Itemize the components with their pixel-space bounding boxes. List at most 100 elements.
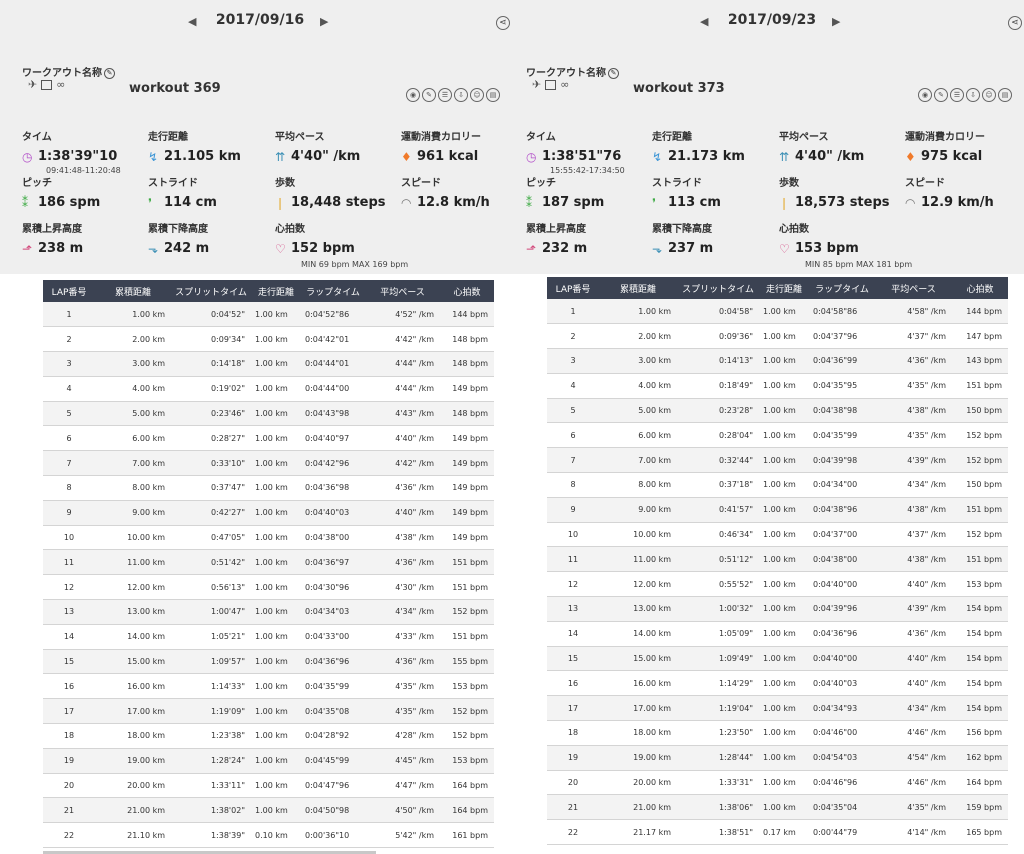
col-distance[interactable]: 走行距離	[759, 277, 809, 299]
speedometer-icon: ◠	[905, 195, 916, 210]
download-icon[interactable]: ⇩	[966, 88, 980, 102]
user-icon[interactable]: ☺	[982, 88, 996, 102]
lap-distance-cell: 1.00 km	[759, 447, 809, 474]
split-time-cell: 1:38'51"	[677, 819, 759, 846]
average-pace-cell: 4'36" /km	[875, 348, 952, 374]
heart-rate-cell: 149 bpm	[440, 475, 494, 501]
share-icon[interactable]: ⋖	[1008, 16, 1022, 30]
table-row[interactable]: 13 13.00 km 1:00'47" 1.00 km 0:04'34"03 4'34"…	[43, 599, 494, 625]
view-icon[interactable]: ◉	[918, 88, 932, 102]
table-row[interactable]: 21 21.00 km 1:38'06" 1.00 km 0:04'35"04 4'35"…	[547, 794, 1008, 821]
table-row[interactable]: 6 6.00 km 0:28'27" 1.00 km 0:04'40"97 4'40" /…	[43, 425, 494, 452]
col-heart-rate[interactable]: 心拍数	[952, 277, 1008, 299]
col-heart-rate[interactable]: 心拍数	[440, 280, 494, 302]
user-icon[interactable]: ☺	[470, 88, 484, 102]
table-row[interactable]: 19 19.00 km 1:28'44" 1.00 km 0:04'54"03 4'54"…	[547, 745, 1008, 771]
col-split-time[interactable]: スプリットタイム	[677, 277, 759, 299]
delete-icon[interactable]: ▤	[486, 88, 500, 102]
table-row[interactable]: 3 3.00 km 0:14'13" 1.00 km 0:04'36"99 4'36" /…	[547, 348, 1008, 374]
col-split-time[interactable]: スプリットタイム	[171, 280, 251, 302]
heart-rate-cell: 151 bpm	[440, 624, 494, 650]
col-lap[interactable]: LAP番号	[547, 277, 599, 299]
table-row[interactable]: 10 10.00 km 0:46'34" 1.00 km 0:04'37"00 4'37"…	[547, 522, 1008, 548]
next-date-icon[interactable]: ▶	[320, 15, 328, 28]
table-row[interactable]: 18 18.00 km 1:23'50" 1.00 km 0:04'46"00 4'46"…	[547, 720, 1008, 746]
list-icon[interactable]: ☰	[950, 88, 964, 102]
col-lap-time[interactable]: ラップタイム	[809, 277, 875, 299]
table-row[interactable]: 1 1.00 km 0:04'52" 1.00 km 0:04'52"86 4'52" /…	[43, 302, 494, 328]
lap-time-cell: 0:04'44"00	[301, 376, 365, 402]
cumulative-distance-cell: 13.00 km	[599, 596, 677, 622]
lap-number-cell: 14	[43, 624, 95, 650]
lap-distance-cell: 1.00 km	[759, 571, 809, 598]
edit-name-icon[interactable]: ✎	[104, 67, 115, 79]
table-row[interactable]: 13 13.00 km 1:00'32" 1.00 km 0:04'39"96 4'39"…	[547, 596, 1008, 622]
share-icon[interactable]: ⋖	[496, 16, 510, 30]
table-row[interactable]: 9 9.00 km 0:41'57" 1.00 km 0:04'38"96 4'38" /…	[547, 497, 1008, 523]
table-row[interactable]: 7 7.00 km 0:32'44" 1.00 km 0:04'39"98 4'39" /…	[547, 447, 1008, 474]
lap-time-cell: 0:04'34"03	[301, 599, 365, 625]
table-row[interactable]: 8 8.00 km 0:37'18" 1.00 km 0:04'34"00 4'34" /…	[547, 472, 1008, 498]
table-row[interactable]: 18 18.00 km 1:23'38" 1.00 km 0:04'28"92 4'28"…	[43, 723, 494, 749]
table-row[interactable]: 5 5.00 km 0:23'46" 1.00 km 0:04'43"98 4'43" /…	[43, 401, 494, 427]
prev-date-icon[interactable]: ◀	[700, 15, 708, 28]
table-row[interactable]: 19 19.00 km 1:28'24" 1.00 km 0:04'45"99 4'45"…	[43, 748, 494, 774]
table-row[interactable]: 22 21.10 km 1:38'39" 0.10 km 0:00'36"10 5'42"…	[43, 822, 494, 849]
table-row[interactable]: 3 3.00 km 0:14'18" 1.00 km 0:04'44"01 4'44" /…	[43, 351, 494, 377]
table-row[interactable]: 22 21.17 km 1:38'51" 0.17 km 0:00'44"79 4'14"…	[547, 819, 1008, 846]
edit-name-icon[interactable]: ✎	[608, 67, 619, 79]
table-row[interactable]: 21 21.00 km 1:38'02" 1.00 km 0:04'50"98 4'50"…	[43, 797, 494, 824]
table-row[interactable]: 5 5.00 km 0:23'28" 1.00 km 0:04'38"98 4'38" /…	[547, 398, 1008, 424]
table-row[interactable]: 4 4.00 km 0:18'49" 1.00 km 0:04'35"95 4'35" /…	[547, 373, 1008, 399]
lap-time-cell: 0:04'52"86	[301, 302, 365, 328]
stat-stride-value: 113 cm	[668, 195, 721, 210]
heart-rate-cell: 164 bpm	[952, 770, 1008, 796]
next-date-icon[interactable]: ▶	[832, 15, 840, 28]
table-row[interactable]: 2 2.00 km 0:09'34" 1.00 km 0:04'42"01 4'42" /…	[43, 326, 494, 353]
table-row[interactable]: 20 20.00 km 1:33'11" 1.00 km 0:04'47"96 4'47"…	[43, 773, 494, 799]
table-row[interactable]: 14 14.00 km 1:05'21" 1.00 km 0:04'33"00 4'33"…	[43, 624, 494, 650]
table-row[interactable]: 17 17.00 km 1:19'04" 1.00 km 0:04'34"93 4'34"…	[547, 695, 1008, 722]
delete-icon[interactable]: ▤	[998, 88, 1012, 102]
stat-time: タイム ◷ 1:38'51"76 15:55:42-17:34:50	[526, 128, 625, 175]
col-distance[interactable]: 走行距離	[251, 280, 301, 302]
cumulative-distance-cell: 18.00 km	[95, 723, 171, 749]
table-row[interactable]: 11 11.00 km 0:51'12" 1.00 km 0:04'38"00 4'38"…	[547, 546, 1008, 573]
table-row[interactable]: 16 16.00 km 1:14'33" 1.00 km 0:04'35"99 4'35"…	[43, 673, 494, 700]
col-cum-distance[interactable]: 累積距離	[599, 277, 677, 299]
lap-distance-cell: 1.00 km	[759, 348, 809, 374]
prev-date-icon[interactable]: ◀	[188, 15, 196, 28]
table-row[interactable]: 2 2.00 km 0:09'36" 1.00 km 0:04'37"96 4'37" /…	[547, 323, 1008, 350]
table-row[interactable]: 9 9.00 km 0:42'27" 1.00 km 0:04'40"03 4'40" /…	[43, 500, 494, 526]
table-row[interactable]: 14 14.00 km 1:05'09" 1.00 km 0:04'36"96 4'36"…	[547, 621, 1008, 647]
cumulative-distance-cell: 10.00 km	[95, 525, 171, 551]
stat-pitch: ピッチ ⁑ 187 spm	[526, 174, 604, 211]
table-row[interactable]: 12 12.00 km 0:56'13" 1.00 km 0:04'30"96 4'30"…	[43, 574, 494, 601]
col-avg-pace[interactable]: 平均ペース	[365, 280, 440, 302]
col-lap-time[interactable]: ラップタイム	[301, 280, 365, 302]
table-row[interactable]: 15 15.00 km 1:09'49" 1.00 km 0:04'40"00 4'40"…	[547, 646, 1008, 672]
col-lap[interactable]: LAP番号	[43, 280, 95, 302]
table-row[interactable]: 11 11.00 km 0:51'42" 1.00 km 0:04'36"97 4'36"…	[43, 549, 494, 576]
table-row[interactable]: 4 4.00 km 0:19'02" 1.00 km 0:04'44"00 4'44" /…	[43, 376, 494, 402]
table-row[interactable]: 10 10.00 km 0:47'05" 1.00 km 0:04'38"00 4'38"…	[43, 525, 494, 551]
stat-stride-value: 114 cm	[164, 195, 217, 210]
table-row[interactable]: 20 20.00 km 1:33'31" 1.00 km 0:04'46"96 4'46"…	[547, 770, 1008, 796]
col-avg-pace[interactable]: 平均ペース	[875, 277, 952, 299]
table-row[interactable]: 1 1.00 km 0:04'58" 1.00 km 0:04'58"86 4'58" /…	[547, 299, 1008, 325]
table-row[interactable]: 8 8.00 km 0:37'47" 1.00 km 0:04'36"98 4'36" /…	[43, 475, 494, 501]
col-cum-distance[interactable]: 累積距離	[95, 280, 171, 302]
table-row[interactable]: 7 7.00 km 0:33'10" 1.00 km 0:04'42"96 4'42" /…	[43, 450, 494, 477]
heart-rate-cell: 152 bpm	[952, 447, 1008, 474]
table-row[interactable]: 15 15.00 km 1:09'57" 1.00 km 0:04'36"96 4'36"…	[43, 649, 494, 675]
shoes-icon: ∞	[560, 78, 570, 91]
download-icon[interactable]: ⇩	[454, 88, 468, 102]
view-icon[interactable]: ◉	[406, 88, 420, 102]
list-icon[interactable]: ☰	[438, 88, 452, 102]
table-row[interactable]: 12 12.00 km 0:55'52" 1.00 km 0:04'40"00 4'40"…	[547, 571, 1008, 598]
table-row[interactable]: 6 6.00 km 0:28'04" 1.00 km 0:04'35"99 4'35" /…	[547, 422, 1008, 449]
table-row[interactable]: 17 17.00 km 1:19'09" 1.00 km 0:04'35"08 4'35"…	[43, 698, 494, 725]
edit-icon[interactable]: ✎	[934, 88, 948, 102]
edit-icon[interactable]: ✎	[422, 88, 436, 102]
table-row[interactable]: 16 16.00 km 1:14'29" 1.00 km 0:04'40"03 4'40"…	[547, 670, 1008, 697]
